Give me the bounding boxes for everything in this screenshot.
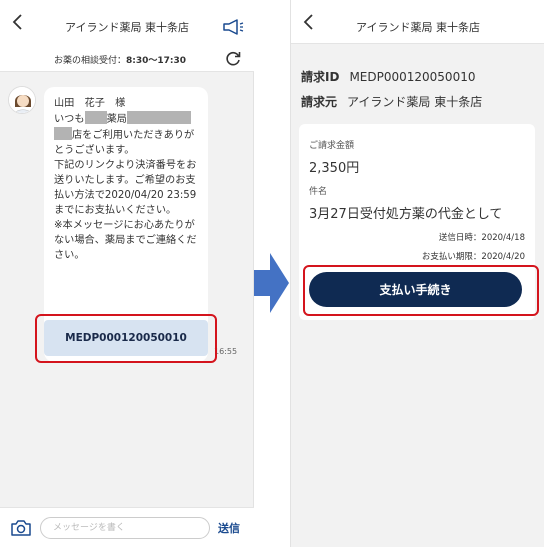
billing-from-row: 請求元 アイランド薬局 東十条店 [301, 93, 482, 110]
item-label: 件名 [309, 187, 328, 197]
billing-title: アイランド薬局 東十条店 [356, 21, 480, 34]
message-line-recipient: 山田 花子 様 [54, 98, 126, 109]
redacted-block [54, 127, 72, 140]
message-input[interactable] [40, 517, 210, 539]
sent-value: 2020/4/18 [481, 233, 525, 243]
item-value: 3月27日受付処方薬の代金として [309, 207, 503, 222]
due-label: お支払い期限： [421, 252, 482, 262]
redacted-block [84, 111, 107, 124]
message-line-thanks: 店をご利用いただきありがとうございます。 [54, 130, 195, 156]
redacted-block [126, 111, 191, 124]
billing-id-row: 請求ID MEDP000120050010 [301, 68, 475, 85]
message-line-greeting-b: 薬局 [106, 114, 127, 125]
hours-value: 8:30〜17:30 [126, 56, 187, 66]
back-icon[interactable] [8, 12, 28, 32]
amount-label: ご請求金額 [309, 141, 355, 151]
pharmacist-avatar [8, 86, 36, 114]
send-button[interactable]: 送信 [218, 520, 240, 536]
megaphone-icon[interactable] [222, 18, 244, 36]
consultation-hours: お薬の相談受付：8:30〜17:30 [54, 53, 186, 66]
due-value: 2020/4/20 [481, 252, 525, 262]
billing-id-label: 請求ID [301, 70, 340, 84]
chat-header: アイランド薬局 東十条店 [0, 0, 254, 44]
message-line-instructions: 下記のリンクより決済番号をお送りいたします。ご希望のお支払い方法で2020/04… [54, 160, 200, 216]
sent-datetime: 送信日時：2020/4/18 [439, 231, 525, 243]
chat-screen: アイランド薬局 東十条店 お薬の相談受付：8:30〜17:30 山田 花子 様 … [0, 0, 254, 547]
screen: アイランド薬局 東十条店 お薬の相談受付：8:30〜17:30 山田 花子 様 … [0, 0, 544, 547]
billing-from-value: アイランド薬局 東十条店 [347, 95, 483, 109]
billing-screen: アイランド薬局 東十条店 請求ID MEDP000120050010 請求元 アイラ… [290, 0, 544, 547]
highlight-box [35, 314, 217, 363]
arrow-right-icon [254, 253, 289, 313]
message-line-greeting-a: いつも [54, 114, 85, 125]
avatar-image [9, 87, 35, 113]
message-line-notice: ※本メッセージにお心あたりがない場合、薬局までご連絡ください。 [54, 220, 197, 261]
billing-header: アイランド薬局 東十条店 [291, 0, 544, 44]
consultation-hours-bar: お薬の相談受付：8:30〜17:30 [0, 44, 254, 72]
chat-title: アイランド薬局 東十条店 [65, 21, 189, 34]
sent-label: 送信日時： [438, 233, 482, 243]
message-text: 山田 花子 様 いつも 薬局 店をご利用いただきありがとうございます。 下記のリン… [54, 96, 202, 263]
chat-input-bar: 送信 [0, 507, 254, 547]
billing-id-value: MEDP000120050010 [349, 70, 476, 84]
highlight-box [303, 265, 539, 316]
amount-value: 2,350円 [309, 161, 360, 176]
message-timestamp: 16:55 [214, 347, 238, 356]
hours-label: お薬の相談受付： [54, 56, 127, 66]
camera-icon[interactable] [10, 519, 32, 537]
refresh-icon[interactable] [224, 50, 242, 68]
payment-due: お支払い期限：2020/4/20 [422, 250, 525, 262]
billing-from-label: 請求元 [301, 95, 338, 109]
back-icon[interactable] [299, 12, 319, 32]
